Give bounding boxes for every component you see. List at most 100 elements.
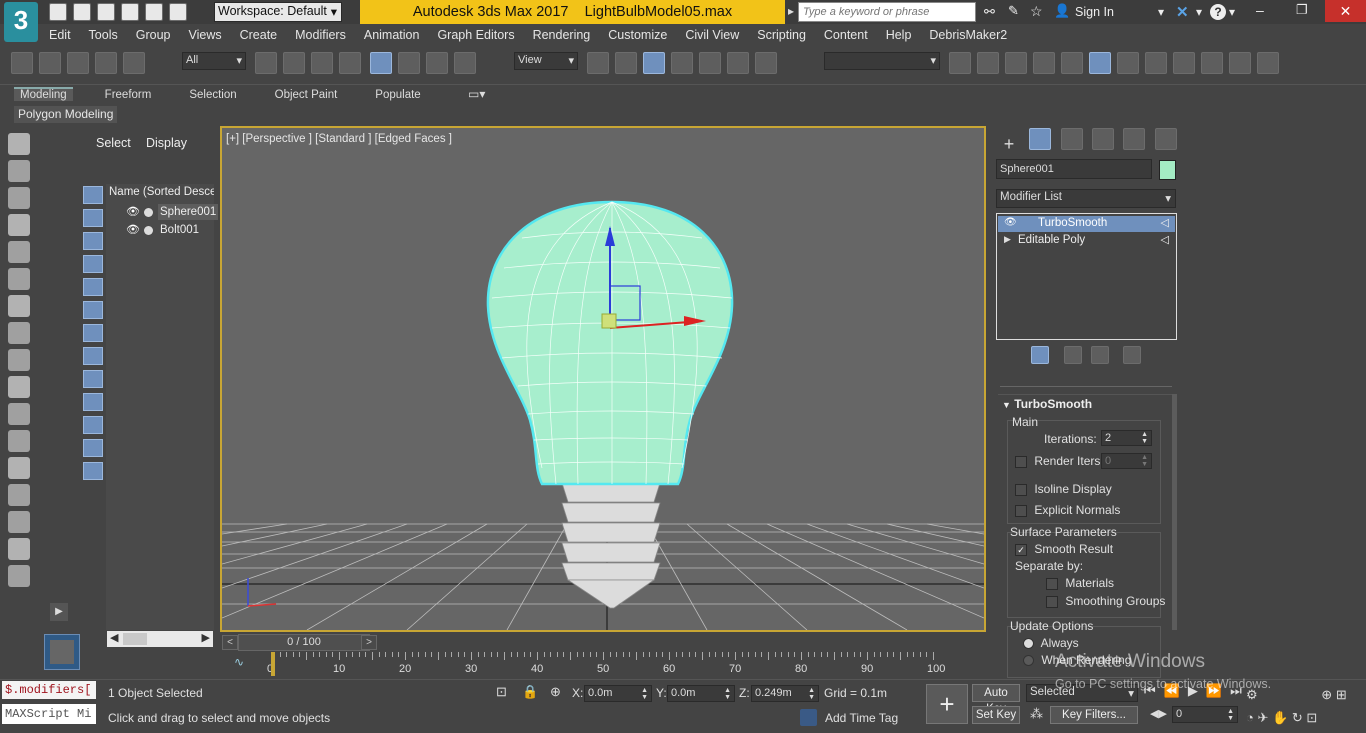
bind-spacewarp-icon[interactable] bbox=[123, 52, 145, 74]
keyboard-shortcut-override-icon[interactable] bbox=[643, 52, 665, 74]
curve-editor-mini-icon[interactable]: ∿ bbox=[234, 655, 244, 669]
sign-in-link[interactable]: Sign In bbox=[1075, 5, 1114, 19]
set-key-large-button[interactable]: + bbox=[926, 684, 968, 724]
menu-graph-editors[interactable]: Graph Editors bbox=[437, 25, 514, 45]
smooth-result-checkbox[interactable]: ✓ bbox=[1015, 543, 1027, 556]
scale-icon[interactable] bbox=[426, 52, 449, 74]
perspective-viewport[interactable]: [+] [Perspective ] [Standard ] [Edged Fa… bbox=[220, 126, 986, 632]
layer-icon[interactable] bbox=[8, 187, 30, 209]
select-by-name-icon[interactable] bbox=[283, 52, 305, 74]
remove-modifier-icon[interactable] bbox=[1091, 346, 1110, 364]
display-hidden-icon[interactable] bbox=[83, 439, 103, 457]
search-expand-icon[interactable]: ▸ bbox=[788, 4, 794, 18]
geosphere-icon[interactable] bbox=[8, 511, 30, 533]
menu-scripting[interactable]: Scripting bbox=[757, 25, 806, 45]
chevron-down-icon[interactable]: ▾ bbox=[1229, 5, 1235, 19]
named-selection-dropdown[interactable]: ▾ bbox=[824, 52, 940, 70]
angle-snap-icon[interactable] bbox=[699, 52, 721, 74]
menu-rendering[interactable]: Rendering bbox=[533, 25, 591, 45]
scene-explorer-tab-display[interactable]: Display bbox=[146, 136, 187, 150]
menu-create[interactable]: Create bbox=[240, 25, 278, 45]
maxscript-listener-output[interactable]: MAXScript Mi bbox=[2, 704, 96, 724]
align-icon[interactable] bbox=[1005, 52, 1027, 74]
rendered-frame-icon[interactable] bbox=[1229, 52, 1251, 74]
close-icon[interactable]: ✕ bbox=[1325, 0, 1366, 22]
display-all-icon[interactable] bbox=[83, 462, 103, 480]
minimize-icon[interactable]: – bbox=[1256, 2, 1264, 18]
eye-icon[interactable]: 👁 bbox=[1004, 217, 1017, 228]
pin-stack-icon[interactable] bbox=[999, 346, 1017, 364]
ribbon-tab-object-paint[interactable]: Object Paint bbox=[269, 89, 344, 101]
scene-list-header[interactable]: Name (Sorted Descen bbox=[109, 186, 214, 198]
menu-civil-view[interactable]: Civil View bbox=[685, 25, 739, 45]
app-logo[interactable]: 3 bbox=[4, 2, 38, 42]
show-end-result-icon[interactable]: ◁ bbox=[1161, 216, 1169, 229]
time-slider-thumb[interactable]: 0 / 100 bbox=[238, 634, 370, 651]
helper-icon[interactable] bbox=[8, 295, 30, 317]
sphere-icon[interactable] bbox=[8, 403, 30, 425]
display-xrefs-icon[interactable] bbox=[83, 347, 103, 365]
maximize-viewport-icon[interactable]: ⊡ bbox=[1306, 710, 1317, 725]
display-shapes-icon[interactable] bbox=[83, 209, 103, 227]
y-coord-field[interactable]: 0.0m ▲ ▼ bbox=[667, 685, 735, 702]
display-groups-icon[interactable] bbox=[83, 324, 103, 342]
isoline-display-row[interactable]: Isoline Display bbox=[1015, 482, 1112, 496]
spinner-snap-icon[interactable] bbox=[755, 52, 777, 74]
new-file-icon[interactable] bbox=[49, 3, 67, 21]
smoothing-groups-checkbox[interactable] bbox=[1046, 595, 1058, 608]
material-editor-icon[interactable] bbox=[1173, 52, 1195, 74]
scene-list-row[interactable]: 👁 Sphere001 bbox=[106, 204, 219, 222]
add-time-tag[interactable]: Add Time Tag bbox=[825, 711, 898, 725]
menu-animation[interactable]: Animation bbox=[364, 25, 420, 45]
manipulate-icon[interactable] bbox=[615, 52, 637, 74]
redo-icon[interactable] bbox=[145, 3, 163, 21]
unlink-icon[interactable] bbox=[95, 52, 117, 74]
pivot-center-icon[interactable] bbox=[587, 52, 609, 74]
snap-toggle-icon[interactable] bbox=[671, 52, 693, 74]
configure-modifier-sets-icon[interactable] bbox=[1123, 346, 1142, 364]
orbit-icon[interactable]: ↻ bbox=[1292, 710, 1303, 725]
motion-tab-icon[interactable] bbox=[1092, 128, 1115, 150]
stack-item-editable-poly[interactable]: ▶ Editable Poly ◁ bbox=[998, 233, 1175, 249]
viewport-label[interactable]: [+] [Perspective ] [Standard ] [Edged Fa… bbox=[226, 133, 452, 145]
link-icon[interactable] bbox=[67, 52, 89, 74]
tools-icon[interactable]: ✎ bbox=[1008, 3, 1019, 19]
materials-checkbox[interactable] bbox=[1046, 577, 1058, 590]
scene-horizontal-scrollbar[interactable]: ◀ ▶ bbox=[107, 631, 213, 647]
object-name-field[interactable] bbox=[996, 159, 1152, 179]
display-helpers-icon[interactable] bbox=[83, 278, 103, 296]
ribbon-tab-selection[interactable]: Selection bbox=[183, 89, 242, 101]
next-frame-icon[interactable]: > bbox=[361, 635, 377, 650]
capsule-icon[interactable] bbox=[8, 565, 30, 587]
current-frame-field[interactable]: 0 ▲ ▼ bbox=[1172, 706, 1238, 723]
help-icon[interactable]: ? bbox=[1210, 4, 1226, 20]
sun-icon[interactable] bbox=[8, 484, 30, 506]
layer-manager-icon[interactable] bbox=[8, 214, 30, 236]
lock-selection-icon[interactable]: 🔒 bbox=[522, 684, 538, 700]
window-crossing-icon[interactable] bbox=[339, 52, 361, 74]
ribbon-options-icon[interactable]: ▭▾ bbox=[468, 87, 485, 101]
display-lights-icon[interactable] bbox=[83, 232, 103, 250]
save-icon[interactable] bbox=[97, 3, 115, 21]
ribbon-tab-freeform[interactable]: Freeform bbox=[99, 89, 158, 101]
undo-icon[interactable] bbox=[121, 3, 139, 21]
render-icon[interactable] bbox=[1257, 52, 1279, 74]
when-rendering-radio[interactable] bbox=[1023, 655, 1034, 667]
utilities-tab-icon[interactable] bbox=[1154, 128, 1177, 150]
chevron-down-icon[interactable]: ▾ bbox=[1158, 5, 1164, 19]
isoline-display-checkbox[interactable] bbox=[1015, 483, 1027, 496]
object-color-swatch[interactable] bbox=[1159, 160, 1176, 180]
camera-icon[interactable] bbox=[8, 268, 30, 290]
move-icon[interactable] bbox=[370, 52, 393, 74]
scroll-left-icon[interactable]: ◀ bbox=[110, 631, 118, 644]
maxscript-mini-listener[interactable]: $.modifiers[ bbox=[2, 681, 96, 699]
search-input[interactable] bbox=[798, 2, 976, 22]
display-spacewarps-icon[interactable] bbox=[83, 301, 103, 319]
scene-list-row[interactable]: 👁 Bolt001 bbox=[106, 222, 214, 240]
isolate-selection-icon[interactable]: ⊡ bbox=[496, 684, 507, 700]
ribbon-tab-populate[interactable]: Populate bbox=[369, 89, 426, 101]
render-camera-icon[interactable] bbox=[8, 322, 30, 344]
track-bar[interactable]: ∿ 0102030405060708090100 bbox=[232, 652, 986, 678]
sphere-half-icon[interactable] bbox=[8, 376, 30, 398]
iterations-spinner[interactable]: 2 ▲ ▼ bbox=[1101, 430, 1152, 446]
